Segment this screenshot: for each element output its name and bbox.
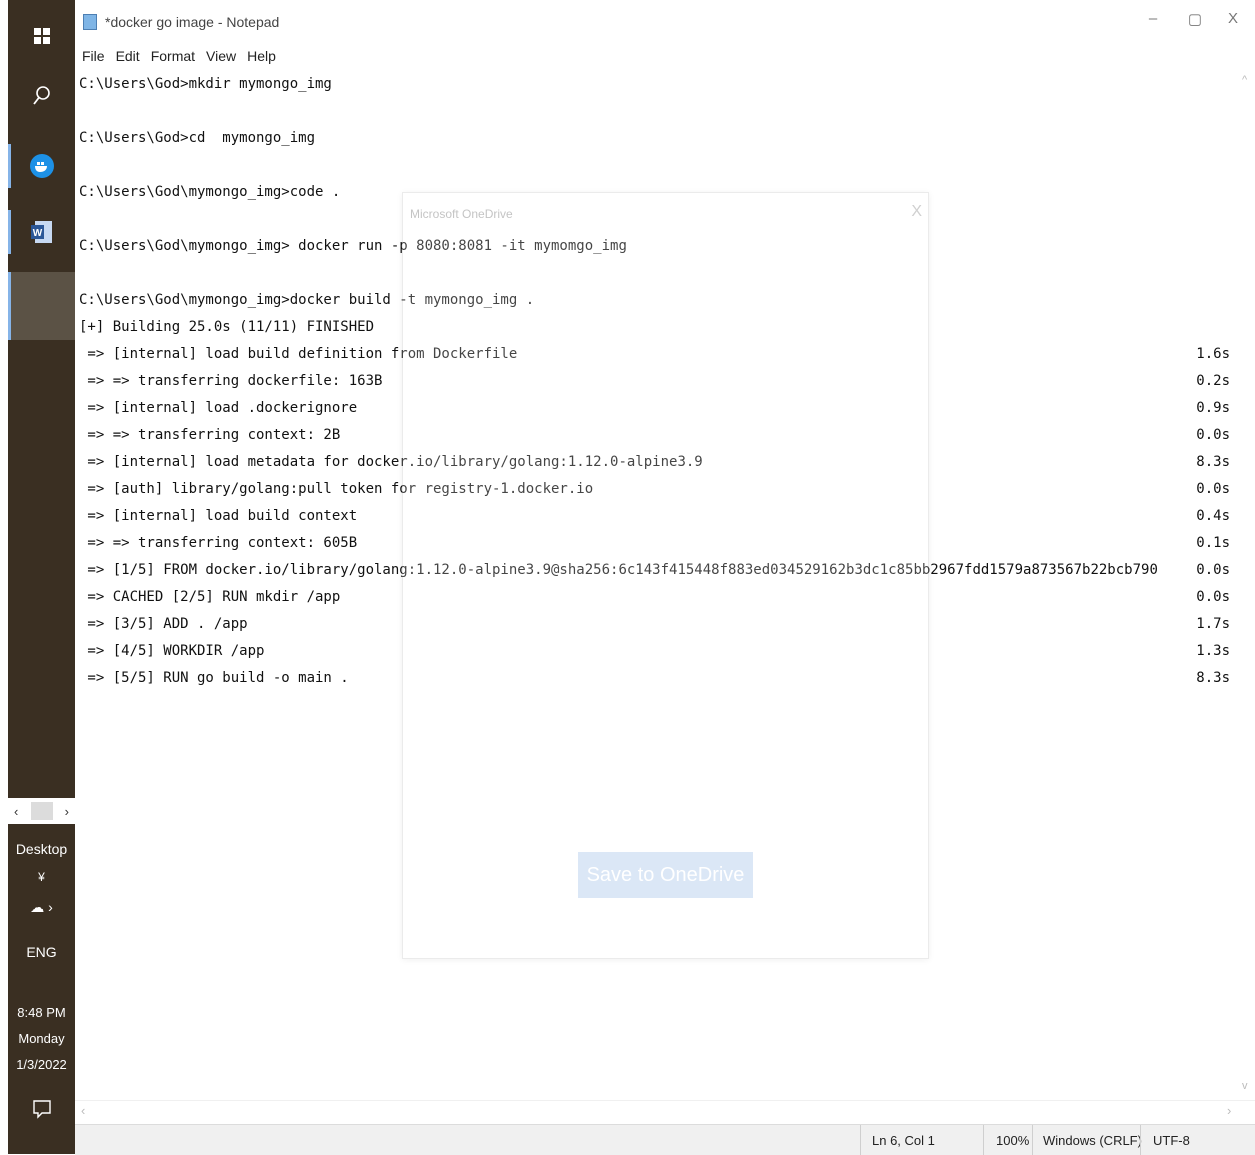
step-duration: 0.0s: [1196, 481, 1230, 497]
status-bar: Ln 6, Col 1 100% Windows (CRLF) UTF-8: [75, 1124, 1255, 1155]
title-bar: *docker go image - Notepad – ▢ X: [75, 0, 1255, 46]
step-duration: 0.9s: [1196, 400, 1230, 416]
minimize-button[interactable]: –: [1138, 10, 1168, 27]
clock-time: 8:48 PM: [17, 1005, 66, 1020]
clock-date: 1/3/2022: [16, 1057, 67, 1072]
clock[interactable]: 8:48 PM Monday 1/3/2022: [8, 1000, 75, 1078]
chevron-down-icon[interactable]: ¥: [8, 870, 75, 884]
step-duration: 0.4s: [1196, 508, 1230, 524]
clock-day: Monday: [18, 1031, 65, 1046]
line-text: C:\Users\God>cd mymongo_img: [79, 130, 316, 146]
status-separator: [860, 1125, 861, 1155]
chevron-right-icon: ›: [48, 899, 53, 915]
line-ending: Windows (CRLF): [1043, 1133, 1142, 1148]
editor-line: C:\Users\God>mkdir mymongo_img: [79, 71, 1234, 98]
step-duration: 0.0s: [1196, 589, 1230, 605]
docker-icon: [29, 154, 54, 178]
save-to-onedrive-button[interactable]: Save to OneDrive: [578, 852, 753, 898]
taskbar: W ‹ › Desktop ¥ ☁ › ENG 8:48 PM Monday 1…: [0, 0, 75, 1154]
taskbar-word[interactable]: W: [8, 204, 75, 260]
search-button[interactable]: [8, 76, 75, 116]
step-duration: 8.3s: [1196, 670, 1230, 686]
status-separator: [1140, 1125, 1141, 1155]
line-text: => [3/5] ADD . /app: [79, 616, 248, 632]
menu-format[interactable]: Format: [151, 48, 195, 64]
line-text: => => transferring context: 605B: [79, 535, 358, 551]
chevron-left-icon[interactable]: ‹: [14, 804, 18, 819]
step-duration: 1.6s: [1196, 346, 1230, 362]
line-text: C:\Users\God>mkdir mymongo_img: [79, 76, 332, 92]
zoom-level: 100%: [996, 1133, 1030, 1148]
horizontal-scrollbar[interactable]: ‹ ›: [75, 1100, 1255, 1123]
cursor-position: Ln 6, Col 1: [872, 1133, 935, 1148]
taskbar-notepad[interactable]: [8, 272, 75, 340]
scroll-left-icon[interactable]: ‹: [81, 1103, 85, 1118]
desktop-toolbar-label[interactable]: Desktop: [8, 841, 75, 857]
step-duration: 0.2s: [1196, 373, 1230, 389]
line-text: => => transferring context: 2B: [79, 427, 341, 443]
line-text: => [5/5] RUN go build -o main .: [79, 670, 349, 686]
line-text: => [4/5] WORKDIR /app: [79, 643, 265, 659]
scroll-down-icon[interactable]: v: [1242, 1080, 1248, 1092]
step-duration: 1.3s: [1196, 643, 1230, 659]
step-duration: 1.7s: [1196, 616, 1230, 632]
cloud-icon: ☁: [30, 899, 45, 915]
line-text: [+] Building 25.0s (11/11) FINISHED: [79, 319, 375, 335]
step-duration: 0.0s: [1196, 427, 1230, 443]
notification-icon: [32, 1100, 51, 1119]
notepad-icon: [83, 14, 97, 30]
line-text: => CACHED [2/5] RUN mkdir /app: [79, 589, 341, 605]
language-indicator[interactable]: ENG: [8, 944, 75, 960]
onedrive-dialog: Microsoft OneDrive X Save to OneDrive: [402, 192, 929, 959]
taskbar-docker[interactable]: [8, 138, 75, 194]
step-duration: 0.1s: [1196, 535, 1230, 551]
editor-line: C:\Users\God>cd mymongo_img: [79, 125, 1234, 152]
windows-logo-icon: [33, 28, 50, 44]
menu-bar: File Edit Format View Help: [75, 44, 1255, 68]
line-text: => [internal] load .dockerignore: [79, 400, 358, 416]
chevron-right-icon[interactable]: ›: [65, 804, 69, 819]
status-separator: [983, 1125, 984, 1155]
action-center-button[interactable]: [8, 1100, 75, 1128]
running-indicator: [8, 144, 11, 188]
taskbar-scroller[interactable]: ‹ ›: [8, 798, 75, 824]
maximize-button[interactable]: ▢: [1180, 10, 1210, 28]
dialog-title: Microsoft OneDrive: [410, 207, 513, 221]
menu-view[interactable]: View: [206, 48, 236, 64]
status-separator: [1032, 1125, 1033, 1155]
step-duration: 8.3s: [1196, 454, 1230, 470]
svg-text:W: W: [32, 228, 42, 239]
line-text: => [internal] load build context: [79, 508, 358, 524]
active-indicator: [8, 272, 11, 340]
step-duration: 0.0s: [1196, 562, 1230, 578]
menu-edit[interactable]: Edit: [116, 48, 140, 64]
start-button[interactable]: [8, 18, 75, 54]
word-icon: W: [30, 221, 52, 243]
close-button[interactable]: X: [1218, 10, 1248, 27]
line-text: => => transferring dockerfile: 163B: [79, 373, 383, 389]
line-text: C:\Users\God\mymongo_img>code .: [79, 184, 341, 200]
encoding: UTF-8: [1153, 1133, 1190, 1148]
search-icon: [32, 86, 50, 105]
menu-file[interactable]: File: [82, 48, 105, 64]
scroll-right-icon[interactable]: ›: [1227, 1103, 1231, 1118]
menu-help[interactable]: Help: [247, 48, 276, 64]
window-title: *docker go image - Notepad: [105, 14, 280, 30]
vertical-scrollbar[interactable]: ^ v: [1240, 68, 1255, 1100]
onedrive-tray[interactable]: ☁ ›: [8, 899, 75, 916]
scroll-up-icon[interactable]: ^: [1242, 74, 1247, 86]
taskbar-edge: [0, 0, 8, 1154]
running-indicator: [8, 210, 11, 254]
scroller-thumb[interactable]: [30, 802, 53, 820]
dialog-close-button[interactable]: X: [911, 203, 922, 221]
